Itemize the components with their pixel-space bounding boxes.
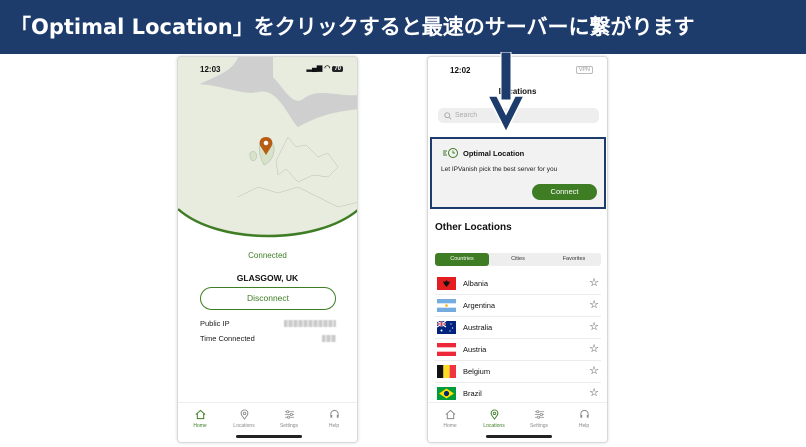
favorite-star-icon[interactable]: ☆ [589,298,599,312]
time-connected-label: Time Connected [200,334,255,343]
location-segment-control: Countries Cities Favorites [435,253,601,266]
country-name: Australia [463,323,493,332]
favorite-star-icon[interactable]: ☆ [589,276,599,290]
country-row-belgium[interactable]: Belgium ☆ [435,361,601,383]
tab-settings-label: Settings [529,423,549,429]
time-connected-row: Time Connected [200,334,336,343]
country-name: Brazil [463,389,482,398]
optimal-location-icon [443,148,458,158]
search-placeholder: Search [455,112,478,119]
public-ip-label: Public IP [200,319,230,328]
tab-locations[interactable]: Locations [479,409,509,429]
status-time: 12:03 [200,65,221,74]
optimal-location-card[interactable]: Optimal Location Let IPVanish pick the b… [430,137,606,209]
connected-city: GLASGOW, UK [236,273,299,283]
country-name: Argentina [463,301,496,310]
favorite-star-icon[interactable]: ☆ [589,342,599,356]
tab-locations[interactable]: Locations [229,409,259,429]
annotation-arrow-icon [486,52,526,134]
home-indicator [236,435,302,438]
tab-home-label: Home [193,423,207,429]
country-row-austria[interactable]: Austria ☆ [435,339,601,361]
australia-flag-icon [437,321,456,334]
optimal-location-description: Let IPVanish pick the best server for yo… [441,166,558,173]
time-connected-value-redacted [322,335,336,342]
status-icons: ▂▄▆ ◠ 70 [306,65,343,72]
albania-flag-icon [437,277,456,290]
tab-bar: Home Locations Settings Help [178,402,357,442]
home-indicator [486,435,552,438]
phone-home-screen: 12:03 ▂▄▆ ◠ 70 Connected GLASGOW, UK Dis… [177,56,358,443]
location-pin-icon [240,409,248,420]
public-ip-value-redacted [284,320,336,327]
location-pin-icon [490,409,498,420]
disconnect-button[interactable]: Disconnect [200,287,336,310]
segment-favorites[interactable]: Favorites [547,253,601,266]
headset-icon [579,409,589,418]
favorite-star-icon[interactable]: ☆ [589,364,599,378]
brazil-flag-icon [437,387,456,400]
austria-flag-icon [437,343,456,356]
connection-status: Connected [248,251,287,260]
favorite-star-icon[interactable]: ☆ [589,386,599,400]
status-bar: 12:03 ▂▄▆ ◠ 70 [178,57,357,79]
segment-countries[interactable]: Countries [435,253,489,266]
country-row-argentina[interactable]: Argentina ☆ [435,295,601,317]
status-time: 12:02 [450,66,471,75]
tab-home[interactable]: Home [185,409,215,429]
segment-cities[interactable]: Cities [491,253,545,266]
country-name: Albania [463,279,489,288]
country-row-albania[interactable]: Albania ☆ [435,273,601,295]
battery-icon: 70 [332,66,343,72]
tab-help[interactable]: Help [569,409,599,429]
country-name: Austria [463,345,487,354]
instruction-banner: 「Optimal Location」をクリックすると最速のサーバーに繋がります [0,0,806,54]
world-map [178,57,357,242]
tab-settings[interactable]: Settings [524,409,554,429]
tab-locations-label: Locations [483,423,505,429]
tab-home[interactable]: Home [435,409,465,429]
connect-button[interactable]: Connect [532,184,597,200]
sliders-icon [284,410,294,419]
tab-bar: Home Locations Settings Help [428,402,607,442]
sliders-icon [534,410,544,419]
tab-help[interactable]: Help [319,409,349,429]
vpn-badge: VPN [575,66,593,74]
tab-settings[interactable]: Settings [274,409,304,429]
public-ip-row: Public IP [200,319,336,328]
other-locations-heading: Other Locations [435,222,512,233]
tab-help-label: Help [578,423,590,429]
favorite-star-icon[interactable]: ☆ [589,320,599,334]
tab-help-label: Help [328,423,340,429]
argentina-flag-icon [437,299,456,312]
home-icon [445,409,455,420]
country-row-australia[interactable]: Australia ☆ [435,317,601,339]
headset-icon [329,409,339,418]
search-icon [444,112,452,120]
tab-settings-label: Settings [279,423,299,429]
screenshot-root: 「Optimal Location」をクリックすると最速のサーバーに繋がります … [0,0,806,447]
belgium-flag-icon [437,365,456,378]
tab-locations-label: Locations [233,423,255,429]
optimal-location-title: Optimal Location [463,149,525,158]
home-icon [195,409,205,420]
tab-home-label: Home [443,423,457,429]
country-name: Belgium [463,367,491,376]
